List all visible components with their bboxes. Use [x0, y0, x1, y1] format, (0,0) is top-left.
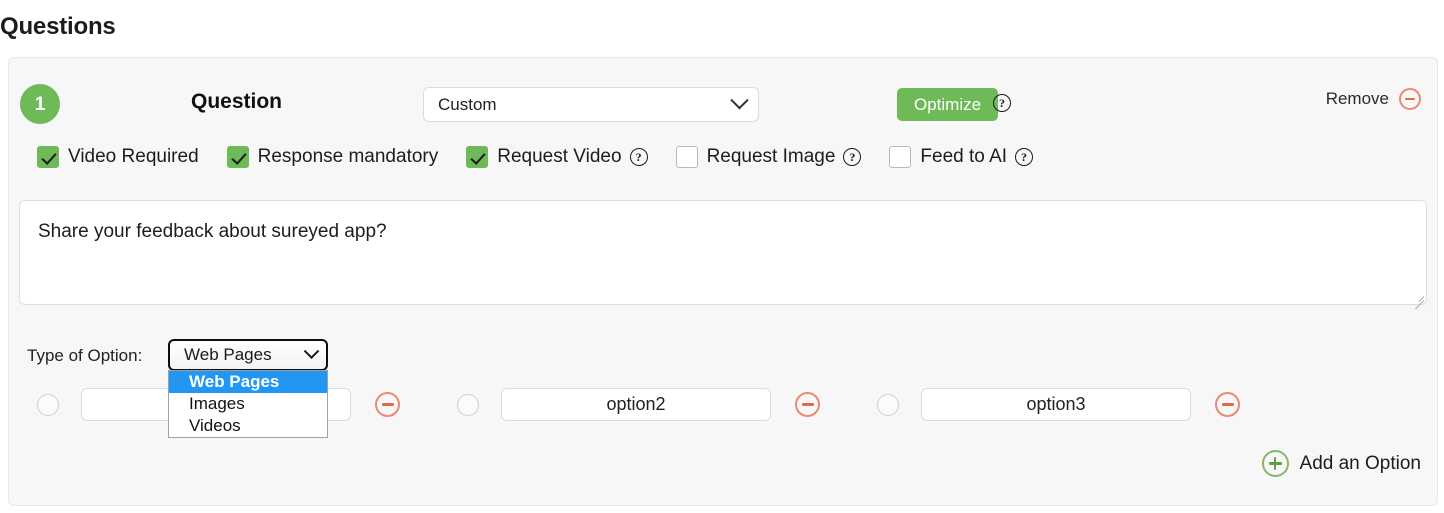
question-label: Question	[191, 90, 282, 114]
option-radio[interactable]	[877, 394, 899, 416]
checkbox-item-video-required[interactable]: Video Required	[37, 146, 199, 168]
circle-minus-icon[interactable]	[375, 392, 400, 417]
option-radio[interactable]	[37, 394, 59, 416]
option-type-select[interactable]: Web Pages	[168, 339, 328, 371]
checkbox-label: Request Video	[497, 146, 621, 168]
page-title: Questions	[0, 13, 116, 41]
option-item	[877, 388, 1240, 421]
circle-minus-icon[interactable]	[795, 392, 820, 417]
option-radio[interactable]	[457, 394, 479, 416]
option-type-item-videos[interactable]: Videos	[169, 415, 327, 437]
circle-minus-icon	[1399, 88, 1421, 110]
circle-plus-icon	[1262, 450, 1289, 477]
checkbox-response-mandatory[interactable]	[227, 146, 249, 168]
help-circle-icon[interactable]: ?	[843, 148, 861, 166]
checkbox-item-feed-to-ai[interactable]: Feed to AI ?	[889, 146, 1033, 168]
checkbox-feed-to-ai[interactable]	[889, 146, 911, 168]
circle-minus-icon[interactable]	[1215, 392, 1240, 417]
question-flags-row: Video Required Response mandatory Reques…	[37, 146, 1061, 168]
type-of-option-label: Type of Option:	[27, 346, 142, 366]
question-text-input[interactable]	[19, 200, 1427, 305]
checkbox-request-image[interactable]	[676, 146, 698, 168]
chevron-down-icon	[730, 91, 748, 109]
question-type-value: Custom	[438, 95, 733, 115]
checkbox-item-response-mandatory[interactable]: Response mandatory	[227, 146, 439, 168]
checkbox-video-required[interactable]	[37, 146, 59, 168]
help-circle-icon[interactable]: ?	[993, 94, 1011, 112]
checkbox-item-request-video[interactable]: Request Video ?	[466, 146, 647, 168]
option-type-value: Web Pages	[184, 345, 306, 365]
help-circle-icon[interactable]: ?	[1015, 148, 1033, 166]
remove-question-button[interactable]: Remove	[1326, 88, 1421, 110]
questions-page: Questions 1 Question Custom Optimize ? R…	[0, 0, 1444, 513]
option-input[interactable]	[921, 388, 1191, 421]
add-option-button[interactable]: Add an Option	[1262, 450, 1421, 477]
option-item	[457, 388, 820, 421]
question-type-select[interactable]: Custom	[423, 87, 759, 122]
checkbox-label: Response mandatory	[258, 146, 439, 168]
remove-label: Remove	[1326, 89, 1389, 109]
checkbox-label: Request Image	[707, 146, 836, 168]
checkbox-item-request-image[interactable]: Request Image ?	[676, 146, 862, 168]
option-type-item-web-pages[interactable]: Web Pages	[169, 371, 327, 393]
checkbox-label: Video Required	[68, 146, 199, 168]
option-type-dropdown-menu[interactable]: Web Pages Images Videos	[168, 370, 328, 438]
question-number-badge: 1	[20, 84, 60, 124]
optimize-button[interactable]: Optimize	[897, 88, 998, 121]
chevron-down-icon	[304, 343, 320, 359]
add-option-label: Add an Option	[1300, 453, 1421, 475]
checkbox-request-video[interactable]	[466, 146, 488, 168]
option-input[interactable]	[501, 388, 771, 421]
checkbox-label: Feed to AI	[920, 146, 1007, 168]
help-circle-icon[interactable]: ?	[630, 148, 648, 166]
option-type-item-images[interactable]: Images	[169, 393, 327, 415]
question-card: 1 Question Custom Optimize ? Remove Vide…	[8, 57, 1438, 506]
